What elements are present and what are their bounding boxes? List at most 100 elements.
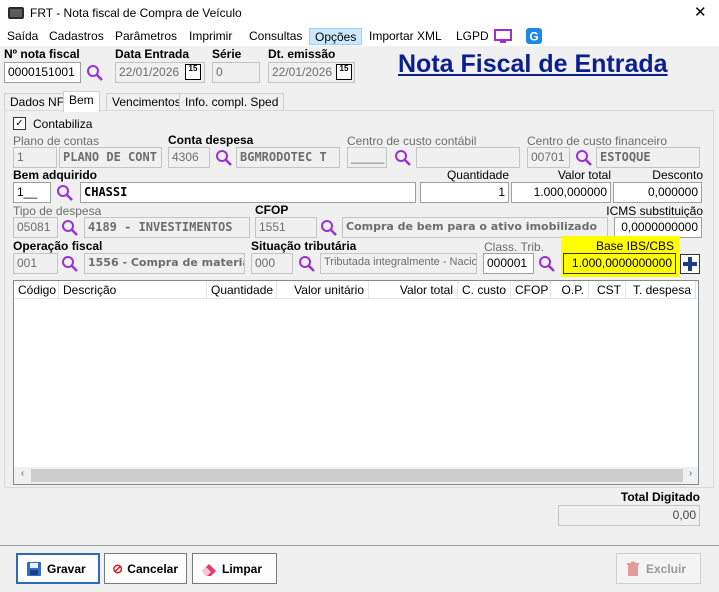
situacao-code[interactable]: 000 — [251, 253, 293, 274]
cancelar-button[interactable]: Cancelar — [104, 553, 187, 584]
window-title: FRT - Nota fiscal de Compra de Veículo — [30, 6, 242, 20]
situacao-label: Situação tributária — [251, 239, 357, 253]
class-trib-input[interactable]: 000001 — [483, 253, 534, 274]
eraser-icon — [202, 563, 216, 576]
col-valor-total[interactable]: Valor total — [369, 281, 458, 299]
grid-horizontal-scrollbar[interactable]: ‹ › — [14, 467, 698, 484]
g-app-icon[interactable]: G — [526, 28, 542, 44]
search-icon[interactable] — [575, 149, 593, 167]
search-icon[interactable] — [61, 219, 79, 237]
calendar-icon[interactable]: 15 — [336, 64, 352, 80]
operacao-desc: 1556 - Compra de material p — [84, 253, 245, 274]
tab-info-compl-sped[interactable]: Info. compl. Sped — [179, 93, 285, 111]
cfop-desc: Compra de bem para o ativo imobilizado — [342, 217, 608, 238]
quantidade-input[interactable]: 1 — [420, 182, 509, 203]
scroll-right-icon[interactable]: › — [683, 468, 698, 479]
cfop-code[interactable]: 1551 — [255, 217, 317, 238]
desconto-label: Desconto — [652, 168, 703, 182]
col-cst[interactable]: CST — [589, 281, 626, 299]
menu-cadastros[interactable]: Cadastros — [44, 28, 109, 45]
nota-fiscal-label: Nº nota fiscal — [4, 47, 80, 61]
search-icon[interactable] — [215, 149, 233, 167]
dt-emissao-label: Dt. emissão — [268, 47, 336, 61]
bem-adquirido-desc[interactable]: CHASSI — [80, 182, 416, 203]
bem-adquirido-code[interactable]: 1__ — [13, 182, 51, 203]
centro-financeiro-code[interactable]: 00701 — [527, 147, 570, 168]
tipo-despesa-label: Tipo de despesa — [13, 204, 102, 218]
operacao-label: Operação fiscal — [13, 239, 103, 253]
scroll-left-icon[interactable]: ‹ — [15, 468, 30, 479]
footer-divider — [0, 545, 719, 546]
tab-dados-nf[interactable]: Dados NF — [4, 93, 71, 111]
operacao-code[interactable]: 001 — [13, 253, 58, 274]
serie-input[interactable]: 0 — [212, 62, 260, 83]
search-icon[interactable] — [56, 184, 74, 202]
conta-despesa-desc: BGMRODOTEC T — [236, 147, 340, 168]
tab-bem[interactable]: Bem — [63, 91, 100, 112]
menu-parametros[interactable]: Parâmetros — [110, 28, 182, 45]
desconto-input[interactable]: 0,000000 — [613, 182, 702, 203]
data-entrada-label: Data Entrada — [115, 47, 190, 61]
plano-contas-desc: PLANO DE CONT — [59, 147, 162, 168]
contabiliza-checkbox[interactable]: ✓ — [13, 117, 26, 130]
app-icon — [8, 7, 24, 19]
search-icon[interactable] — [538, 255, 556, 273]
cancel-icon — [113, 563, 123, 574]
col-valor-unitario[interactable]: Valor unitário — [277, 281, 369, 299]
screen-icon[interactable] — [494, 29, 512, 44]
gravar-label: Gravar — [47, 561, 86, 576]
icms-label: ICMS substituição — [606, 204, 703, 218]
plano-contas-code[interactable]: 1 — [13, 147, 57, 168]
centro-contabil-code[interactable]: _____ — [347, 147, 387, 168]
col-codigo[interactable]: Código — [14, 281, 59, 299]
contabiliza-label: Contabiliza — [33, 117, 93, 131]
excluir-button[interactable]: Excluir — [616, 553, 701, 584]
gravar-button[interactable]: Gravar — [16, 553, 100, 584]
bem-adquirido-label: Bem adquirido — [13, 168, 98, 182]
col-op[interactable]: O.P. — [551, 281, 589, 299]
class-trib-label: Class. Trib. — [484, 240, 545, 254]
menu-lgpd[interactable]: LGPD — [451, 28, 494, 45]
limpar-button[interactable]: Limpar — [192, 553, 277, 584]
tab-vencimentos[interactable]: Vencimentos — [106, 93, 187, 111]
search-icon[interactable] — [394, 149, 412, 167]
save-icon — [27, 561, 41, 576]
menu-imprimir[interactable]: Imprimir — [184, 28, 237, 45]
close-icon[interactable]: ✕ — [694, 3, 707, 21]
valor-total-input[interactable]: 1.000,000000 — [511, 182, 611, 203]
search-icon[interactable] — [86, 64, 104, 82]
calendar-icon[interactable]: 15 — [185, 64, 201, 80]
menu-opcoes[interactable]: Opções — [309, 28, 363, 45]
conta-despesa-label: Conta despesa — [168, 133, 254, 147]
search-icon[interactable] — [61, 255, 79, 273]
base-ibs-input[interactable]: 1.000,0000000000 — [563, 253, 676, 274]
centro-financeiro-label: Centro de custo financeiro — [527, 134, 668, 148]
scroll-thumb[interactable] — [31, 469, 683, 482]
tipo-despesa-code[interactable]: 05081 — [13, 217, 58, 238]
menu-consultas[interactable]: Consultas — [244, 28, 307, 45]
base-ibs-label: Base IBS/CBS — [595, 239, 674, 253]
menu-bar: Saída Cadastros Parâmetros Imprimir Cons… — [0, 26, 719, 46]
icms-input[interactable]: 0,0000000000 — [614, 217, 702, 238]
add-icon[interactable] — [680, 254, 700, 274]
items-grid[interactable]: Código Descrição Quantidade Valor unitár… — [13, 280, 699, 485]
total-digitado-value: 0,00 — [558, 505, 700, 526]
cfop-label: CFOP — [255, 203, 289, 217]
centro-financeiro-desc: ESTOQUE — [596, 147, 700, 168]
col-t-despesa[interactable]: T. despesa — [626, 281, 696, 299]
situacao-desc: Tributada integralmente - Nacior — [320, 253, 477, 274]
col-c-custo[interactable]: C. custo — [458, 281, 511, 299]
limpar-label: Limpar — [222, 561, 263, 576]
title-bar: FRT - Nota fiscal de Compra de Veículo ✕ — [0, 0, 719, 26]
col-quantidade[interactable]: Quantidade — [207, 281, 277, 299]
serie-label: Série — [212, 47, 242, 61]
search-icon[interactable] — [298, 255, 316, 273]
col-descricao[interactable]: Descrição — [59, 281, 207, 299]
menu-importar-xml[interactable]: Importar XML — [364, 28, 447, 45]
nota-fiscal-input[interactable]: 0000151001 — [4, 62, 81, 83]
conta-despesa-code[interactable]: 4306 — [168, 147, 210, 168]
page-title: Nota Fiscal de Entrada — [398, 50, 668, 78]
menu-saida[interactable]: Saída — [2, 28, 43, 45]
col-cfop[interactable]: CFOP — [511, 281, 551, 299]
search-icon[interactable] — [320, 219, 338, 237]
